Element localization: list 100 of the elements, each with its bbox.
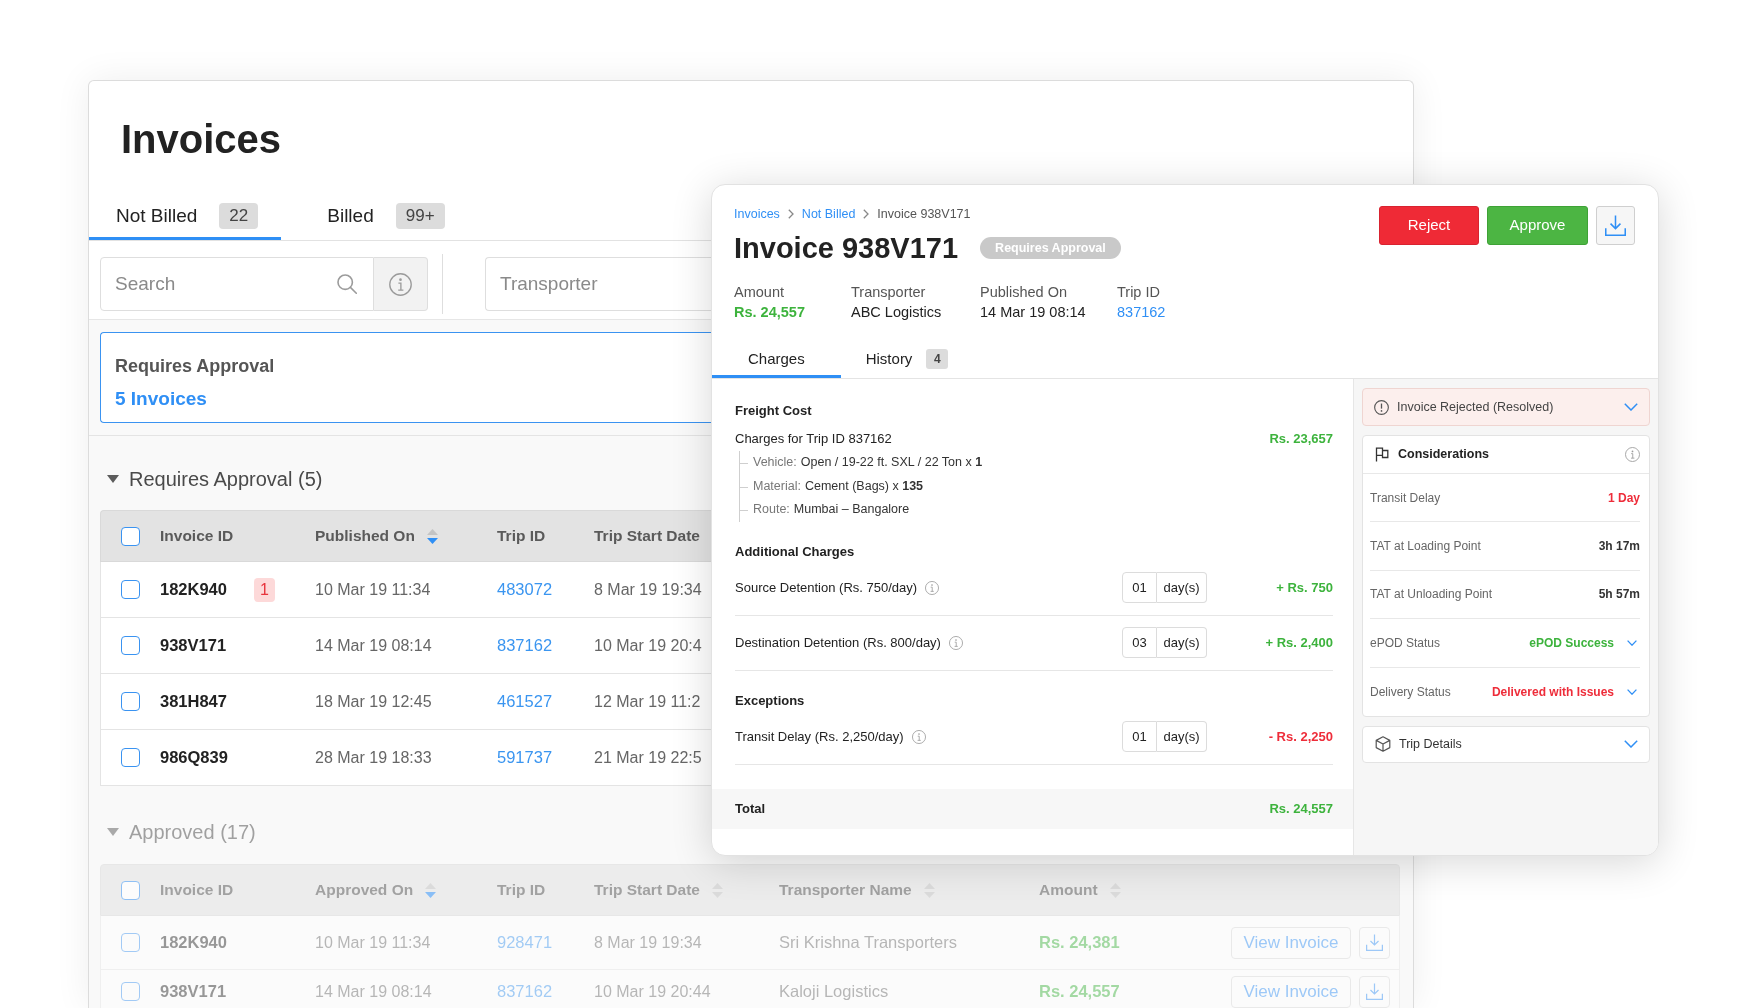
- sort-icon[interactable]: [426, 528, 438, 544]
- meta-value: 14 Mar 19 08:14: [980, 303, 1086, 322]
- amount-text: Rs. 24,557: [1039, 981, 1120, 1003]
- section-title: Requires Approval (5): [129, 467, 323, 492]
- amount-text: Rs. 23,657: [1269, 430, 1333, 448]
- invoice-id: 938V171: [160, 981, 227, 1003]
- table-row[interactable]: 986Q839 28 Mar 19 18:33 591737 21 Mar 19 22:5: [100, 730, 711, 786]
- breadcrumb-link[interactable]: Invoices: [734, 204, 780, 224]
- info-button[interactable]: [374, 257, 428, 311]
- date-text: 10 Mar 19 11:34: [315, 579, 431, 600]
- transporter-name: Sri Krishna Transporters: [779, 932, 957, 954]
- chevron-down-icon[interactable]: [1627, 688, 1637, 695]
- trip-id-link[interactable]: 837162: [497, 633, 553, 658]
- detail-text: Route: Mumbai – Bangalore: [740, 498, 983, 522]
- column-header[interactable]: Transporter Name: [779, 878, 912, 902]
- amount-text: - Rs. 2,250: [1268, 727, 1333, 746]
- consideration-value: 3h 17m: [1598, 538, 1640, 556]
- table-row[interactable]: 938V171 14 Mar 19 08:14 837162 10 Mar 19 20:4: [100, 618, 711, 674]
- unit-addon: day(s): [1157, 627, 1207, 658]
- summary-title: Requires Approval: [115, 355, 275, 378]
- tab[interactable]: Charges: [712, 340, 841, 378]
- caret-icon[interactable]: [107, 475, 119, 483]
- table-row[interactable]: 182K940 1 10 Mar 19 11:34 483072 8 Mar 19 19:34: [100, 562, 711, 618]
- info-icon: [911, 729, 926, 744]
- chevron-right-icon: [863, 209, 870, 219]
- reject-button[interactable]: Reject: [1379, 206, 1479, 245]
- column-header[interactable]: Trip Start Date: [594, 878, 700, 902]
- column-header[interactable]: Approved On: [315, 878, 414, 902]
- alert-title: Invoice Rejected (Resolved): [1397, 398, 1555, 416]
- meta-label: Transporter: [851, 283, 926, 302]
- chevron-down-icon[interactable]: [1627, 639, 1637, 646]
- count-badge: 22: [219, 203, 259, 229]
- consideration-label: TAT at Unloading Point: [1370, 586, 1494, 604]
- info-icon: [389, 272, 412, 296]
- invoices-link[interactable]: 5 Invoices: [115, 386, 207, 412]
- amount-text: Rs. 24,557: [1269, 799, 1333, 818]
- date-text: 14 Mar 19 08:14: [315, 635, 432, 656]
- detail-text: Material: Cement (Bags) x 135: [740, 474, 983, 498]
- column-header[interactable]: Amount: [1039, 878, 1098, 902]
- charge-label: Transit Delay (Rs. 2,250/day): [735, 727, 904, 746]
- column-header: Trip ID: [497, 880, 546, 901]
- count-badge: 4: [926, 349, 949, 369]
- row-checkbox[interactable]: [121, 580, 140, 599]
- consideration-value: ePOD Success: [1529, 634, 1614, 652]
- days-input[interactable]: 03: [1122, 627, 1157, 658]
- section-heading: Freight Cost: [735, 402, 812, 420]
- unit-addon: day(s): [1157, 572, 1207, 603]
- search-field[interactable]: Search: [100, 257, 374, 311]
- row-checkbox[interactable]: [121, 748, 140, 767]
- approve-button[interactable]: Approve: [1487, 206, 1588, 245]
- invoice-id: 938V171: [160, 635, 227, 657]
- column-header: Trip ID: [497, 526, 546, 547]
- row-checkbox[interactable]: [121, 636, 140, 655]
- select-all-checkbox[interactable]: [121, 526, 140, 546]
- tab[interactable]: Not Billed 22: [89, 192, 282, 240]
- row-checkbox[interactable]: [121, 692, 140, 711]
- download-icon: [1366, 934, 1383, 951]
- breadcrumb-link[interactable]: Not Billed: [801, 204, 856, 224]
- alert-panel[interactable]: Invoice Rejected (Resolved): [1362, 388, 1650, 426]
- sort-icon[interactable]: [425, 882, 437, 898]
- info-icon: [925, 580, 940, 595]
- date-text: 10 Mar 19 11:34: [315, 932, 431, 953]
- trip-id-link[interactable]: 591737: [497, 745, 553, 770]
- info-icon: [948, 635, 963, 650]
- tab[interactable]: Billed 99+: [300, 192, 468, 240]
- date-text: 10 Mar 19 20:44: [594, 981, 711, 1002]
- meta-value: ABC Logistics: [851, 303, 942, 322]
- summary-card[interactable]: Requires Approval 5 Invoices: [100, 332, 711, 423]
- column-header: Trip Start Date: [594, 526, 700, 547]
- breadcrumb-current: Invoice 938V171: [877, 205, 971, 223]
- trip-id-link[interactable]: 461527: [497, 689, 553, 714]
- download-button[interactable]: [1596, 206, 1635, 245]
- search-input[interactable]: Search: [115, 269, 337, 299]
- trip-id-link[interactable]: 483072: [497, 577, 553, 602]
- trip-id-link[interactable]: 837162: [1117, 302, 1166, 322]
- transporter-name: Kaloji Logistics: [779, 981, 889, 1003]
- charge-label: Charges for Trip ID 837162: [735, 430, 892, 448]
- column-header[interactable]: Published On: [315, 524, 415, 548]
- search-icon: [337, 274, 357, 294]
- chevron-down-icon[interactable]: [1624, 740, 1638, 749]
- page-title: Invoices: [120, 116, 282, 163]
- amount-text: Rs. 24,381: [1039, 932, 1120, 954]
- days-input[interactable]: 01: [1122, 721, 1157, 752]
- date-text: 10 Mar 19 20:4: [594, 635, 702, 656]
- section-title: Approved (17): [129, 820, 256, 845]
- invoice-id: 986Q839: [160, 747, 228, 769]
- consideration-value: 5h 57m: [1598, 586, 1640, 604]
- transporter-field[interactable]: Transporter: [485, 257, 711, 311]
- meta-label: Published On: [980, 283, 1068, 302]
- unit-addon: day(s): [1157, 721, 1207, 752]
- date-text: 8 Mar 19 19:34: [594, 932, 702, 953]
- table-row[interactable]: 381H847 18 Mar 19 12:45 461527 12 Mar 19 11:2: [100, 674, 711, 730]
- section-heading: Additional Charges: [735, 542, 855, 561]
- tab[interactable]: History 4: [840, 340, 985, 378]
- trip-details-panel[interactable]: Trip Details: [1362, 725, 1650, 763]
- cube-icon: [1375, 736, 1391, 753]
- card-title: Trip Details: [1399, 736, 1463, 754]
- select-all-checkbox[interactable]: [121, 880, 140, 900]
- days-input[interactable]: 01: [1122, 572, 1157, 603]
- chevron-down-icon[interactable]: [1624, 403, 1638, 411]
